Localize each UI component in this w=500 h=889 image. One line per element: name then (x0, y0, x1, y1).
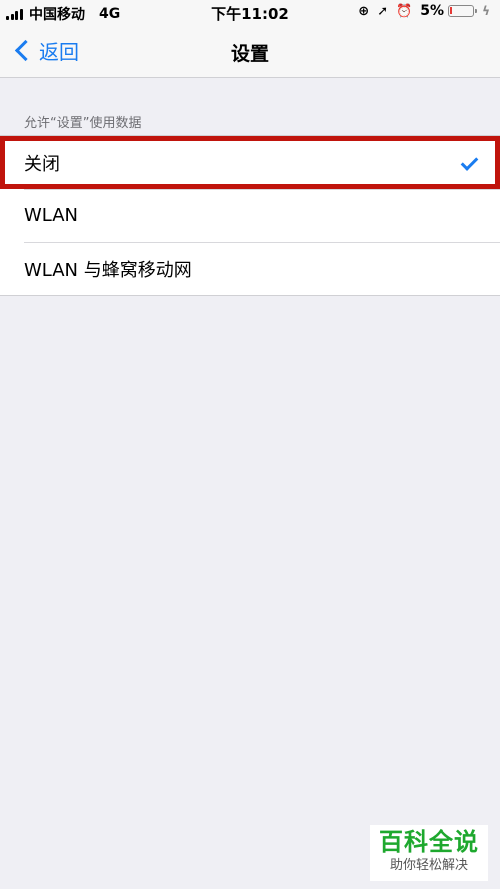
battery-icon (448, 5, 478, 17)
option-wlan-cellular[interactable]: WLAN 与蜂窝移动网 (0, 242, 500, 295)
charging-icon: ϟ (482, 4, 490, 18)
data-access-options: 关闭 WLAN WLAN 与蜂窝移动网 (0, 135, 500, 296)
option-off[interactable]: 关闭 (0, 136, 500, 189)
option-off-label: 关闭 (24, 153, 60, 175)
watermark-subtitle: 助你轻松解决 (389, 858, 468, 873)
battery-percent: 5% (420, 3, 445, 19)
checkmark-icon (460, 153, 479, 171)
watermark-logo: 百科全说 助你轻松解决 (370, 825, 488, 881)
section-header: 允许“设置”使用数据 (24, 116, 142, 131)
alarm-icon: ⏰ (396, 3, 413, 19)
navigation-bar: 返回 设置 (0, 26, 500, 78)
orientation-lock-icon: ⊕ (358, 3, 370, 19)
status-bar: 中国移动 4G 下午11:02 ⊕ ➚ ⏰ 5% ϟ (0, 0, 500, 26)
settings-screen: 中国移动 4G 下午11:02 ⊕ ➚ ⏰ 5% ϟ 返回 设置 允许“设置”使… (0, 0, 500, 889)
option-wlan-label: WLAN (24, 205, 79, 226)
option-wlan-cellular-label: WLAN 与蜂窝移动网 (24, 259, 192, 281)
watermark-title: 百科全说 (379, 828, 479, 856)
location-icon: ➚ (377, 3, 389, 19)
status-right: ⊕ ➚ ⏰ 5% ϟ (358, 3, 490, 19)
option-wlan[interactable]: WLAN (0, 189, 500, 242)
page-title: 设置 (230, 43, 269, 65)
